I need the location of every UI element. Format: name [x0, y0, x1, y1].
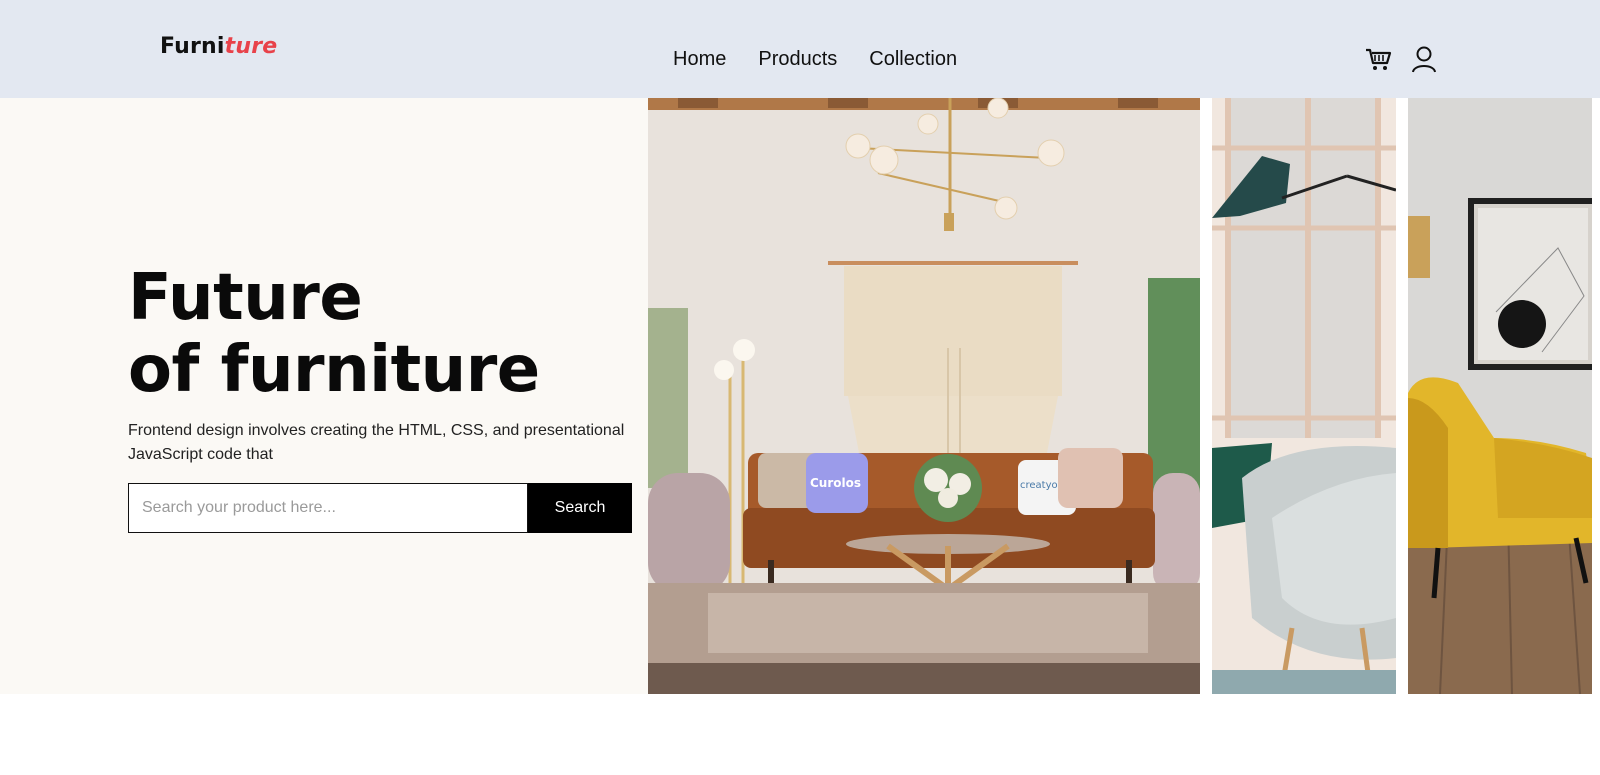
pillow-left-text: Curolos [810, 476, 861, 490]
logo-part-1: Furni [160, 34, 225, 59]
cart-icon[interactable] [1363, 44, 1393, 74]
nav-products[interactable]: Products [758, 48, 837, 71]
header-icons [1363, 44, 1439, 74]
hero-title: Future of furniture [128, 262, 540, 406]
hero-section: Future of furniture Frontend design invo… [0, 98, 648, 694]
main-nav: Home Products Collection [673, 48, 989, 71]
search-button[interactable]: Search [528, 483, 632, 533]
site-header: Furniture Home Products Collection [0, 0, 1600, 98]
hero-title-line-1: Future [128, 261, 363, 335]
search-bar: Search [128, 483, 632, 533]
living-room-image: Curolos creatyoskin [648, 98, 1200, 694]
chair-lamp-image [1212, 98, 1396, 694]
search-input[interactable] [128, 483, 528, 533]
nav-collection[interactable]: Collection [869, 48, 957, 71]
logo[interactable]: Furniture [160, 34, 277, 59]
hero-title-line-2: of furniture [128, 333, 540, 407]
hero-description: Frontend design involves creating the HT… [128, 422, 625, 463]
armchair-image [1408, 98, 1592, 694]
logo-part-2: ture [224, 34, 278, 59]
nav-home[interactable]: Home [673, 48, 726, 71]
user-icon[interactable] [1409, 44, 1439, 74]
